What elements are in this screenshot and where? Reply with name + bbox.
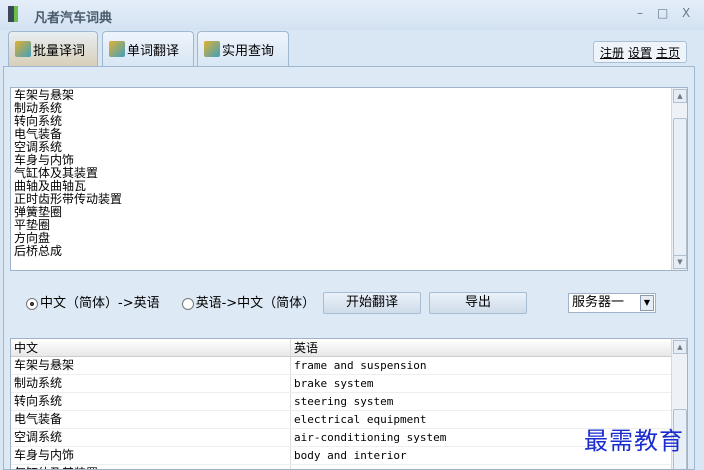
input-line: 车身与内饰 [14, 153, 75, 167]
cell-chinese: 气缸体及其装置 [11, 465, 291, 469]
input-lines: 车架与悬架 制动系统 转向系统 电气装备 空调系统 车身与内饰 气缸体及其装置 曲轴及曲轴瓦正… [11, 88, 687, 259]
header-chinese[interactable]: 中文 [11, 339, 291, 356]
direction-options: 中文（简体）->英语 英语->中文（简体） [26, 292, 315, 311]
cell-chinese: 电气装备 [11, 411, 291, 428]
word-icon [109, 41, 125, 57]
query-icon [204, 41, 220, 57]
app-icon [8, 6, 18, 22]
cell-english: steering system [294, 395, 394, 408]
radio-unchecked-icon [181, 297, 194, 310]
cell-chinese: 转向系统 [11, 393, 291, 410]
tab-label: 实用查询 [222, 43, 275, 59]
scroll-up-icon[interactable]: ▲ [673, 340, 687, 354]
start-translate-button[interactable]: 开始翻译 [323, 292, 421, 314]
input-textarea[interactable]: 车架与悬架 制动系统 转向系统 电气装备 空调系统 车身与内饰 气缸体及其装置 曲轴及曲轴瓦正… [10, 87, 688, 271]
cell-english: frame and suspension [294, 359, 427, 372]
table-row[interactable]: 气缸体及其装置cylinder block and its device [11, 465, 687, 469]
chevron-down-icon[interactable]: ▼ [640, 295, 654, 311]
input-line: 正时齿形带传动装置 [14, 192, 123, 206]
window-title: 凡者汽车词典 [34, 11, 113, 26]
input-line: 气缸体及其装置 [14, 166, 99, 180]
cell-chinese: 制动系统 [11, 375, 291, 392]
scroll-thumb[interactable] [673, 118, 687, 258]
scroll-up-icon[interactable]: ▲ [673, 89, 687, 103]
settings-link[interactable]: 设置 [628, 44, 652, 61]
server-value: 服务器一 [572, 295, 625, 310]
table-row[interactable]: 转向系统 steering system [11, 393, 687, 411]
tab-practical-query[interactable]: 实用查询 [197, 31, 289, 66]
register-link[interactable]: 注册 [600, 44, 624, 61]
input-line: 后桥总成 [14, 244, 63, 258]
cell-english: brake system [294, 377, 374, 390]
input-line: 电气装备 [14, 127, 63, 141]
top-links: 注册 设置 主页 [593, 41, 687, 63]
close-button[interactable]: X [682, 6, 690, 20]
table-header: 中文 英语 [11, 339, 687, 357]
tab-batch-translate[interactable]: 批量译词 [8, 31, 98, 66]
radio-label: 英语->中文（简体） [195, 296, 316, 311]
input-scrollbar[interactable]: ▲ ▼ [671, 88, 687, 270]
input-line: 方向盘 [14, 231, 51, 245]
scroll-down-icon[interactable]: ▼ [673, 255, 687, 269]
server-select[interactable]: 服务器一 ▼ [568, 293, 656, 313]
input-line: 车架与悬架 [14, 88, 75, 102]
radio-checked-icon [26, 297, 38, 310]
input-line: 转向系统 [14, 114, 63, 128]
cell-english: cylinder block and its device [291, 465, 669, 469]
input-line: 制动系统 [14, 101, 63, 115]
header-english[interactable]: 英语 [291, 339, 669, 356]
minimize-button[interactable]: – [637, 6, 643, 20]
input-line: 空调系统 [14, 140, 63, 154]
cell-chinese: 空调系统 [11, 429, 291, 446]
radio-en-to-zh[interactable]: 英语->中文（简体） [181, 292, 316, 311]
table-row[interactable]: 制动系统 brake system [11, 375, 687, 393]
radio-label: 中文（简体）->英语 [40, 296, 160, 311]
input-line: 弹簧垫圈 [14, 205, 63, 219]
radio-zh-to-en[interactable]: 中文（简体）->英语 [26, 292, 160, 311]
cell-chinese: 车架与悬架 [11, 357, 291, 374]
table-row[interactable]: 车架与悬架 frame and suspension [11, 357, 687, 375]
cell-chinese: 车身与内饰 [11, 447, 291, 464]
watermark: 最需教育 [584, 427, 684, 455]
tab-label: 单词翻译 [127, 43, 180, 59]
input-line: 平垫圈 [14, 218, 51, 232]
export-button[interactable]: 导出 [429, 292, 527, 314]
tab-label: 批量译词 [33, 43, 86, 59]
batch-icon [15, 41, 31, 57]
home-link[interactable]: 主页 [656, 44, 680, 61]
maximize-button[interactable]: □ [657, 6, 668, 20]
title-bar: 凡者汽车词典 – □ X [0, 0, 704, 30]
tab-word-translate[interactable]: 单词翻译 [102, 31, 194, 66]
